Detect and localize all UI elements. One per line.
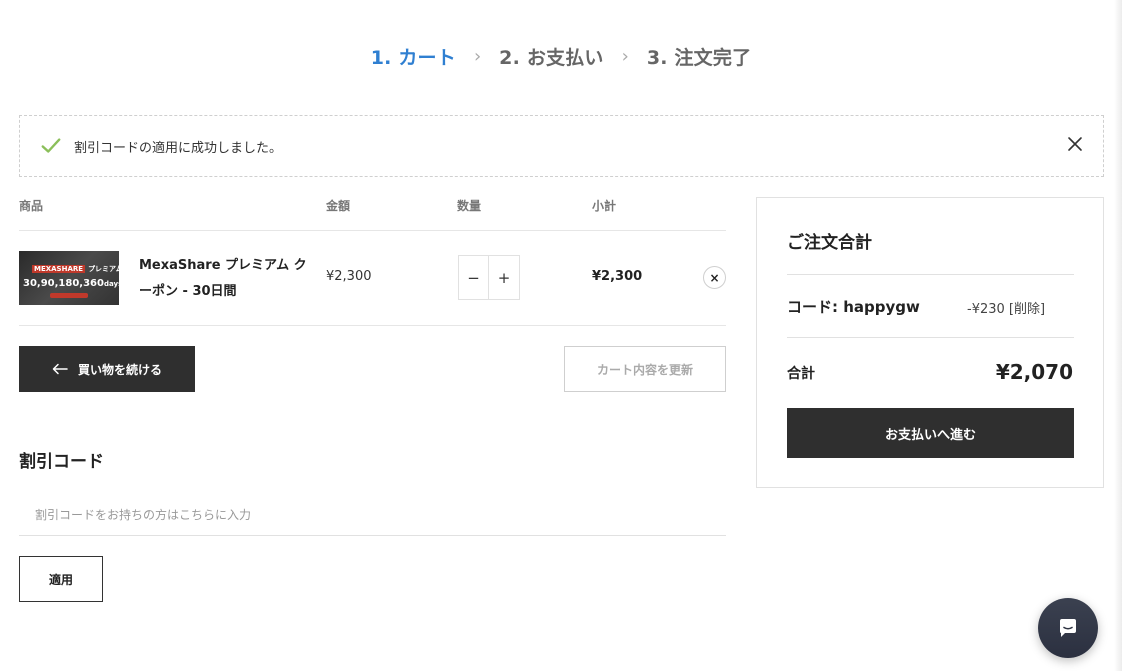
product-price: ¥2,300 — [326, 269, 372, 284]
product-subtotal: ¥2,300 — [592, 269, 643, 284]
product-thumbnail[interactable]: MEXASHAREプレミアム会員 30,90,180,360days — [19, 251, 119, 305]
divider — [787, 337, 1074, 338]
update-cart-button[interactable]: カート内容を更新 — [564, 346, 726, 392]
close-icon[interactable] — [1067, 136, 1083, 152]
total-label: 合計 — [787, 366, 815, 382]
thumbnail-durations: 30,90,180,360days — [23, 278, 119, 289]
divider — [787, 274, 1074, 275]
notice-message: 割引コードの適用に成功しました。 — [74, 140, 283, 156]
chat-bubble-icon — [1060, 619, 1076, 637]
summary-title: ご注文合計 — [787, 233, 872, 253]
arrow-left-icon — [52, 363, 68, 375]
step-payment: 2. お支払い — [499, 47, 604, 69]
total-value: ¥2,070 — [995, 360, 1073, 384]
apply-coupon-button[interactable]: 適用 — [19, 556, 103, 602]
quantity-stepper: − + — [458, 255, 520, 300]
remove-item-button[interactable]: × — [703, 266, 726, 289]
thumbnail-badge: MEXASHARE — [32, 265, 86, 273]
quantity-increase-button[interactable]: + — [489, 256, 519, 299]
thumbnail-caption: MEXASHAREプレミアム会員 — [32, 264, 119, 274]
thumbnail-bar — [50, 293, 88, 298]
remove-coupon-link[interactable]: [削除] — [1009, 302, 1045, 317]
coupon-discount-value: -¥230 — [967, 302, 1005, 317]
continue-shopping-button[interactable]: 買い物を続ける — [19, 346, 195, 392]
thumbnail-durations-unit: days — [103, 280, 119, 288]
success-notice: 割引コードの適用に成功しました。 — [19, 115, 1104, 177]
proceed-to-payment-button[interactable]: お支払いへ進む — [787, 408, 1074, 458]
quantity-decrease-button[interactable]: − — [459, 256, 489, 299]
order-summary: ご注文合計 コード: happygw -¥230 [削除] 合計 ¥2,070 … — [756, 197, 1104, 488]
chat-launcher-button[interactable] — [1038, 598, 1098, 658]
chevron-right-icon: › — [473, 46, 482, 67]
coupon-title: 割引コード — [19, 452, 104, 472]
step-complete: 3. 注文完了 — [646, 47, 752, 69]
coupon-discount: -¥230 [削除] — [967, 298, 1045, 317]
thumbnail-durations-text: 30,90,180,360 — [23, 278, 104, 289]
continue-shopping-label: 買い物を続ける — [77, 362, 162, 377]
checkout-steps: 1. カート › 2. お支払い › 3. 注文完了 — [0, 43, 1122, 70]
header-price: 金額 — [326, 199, 351, 213]
check-icon — [41, 138, 61, 153]
header-subtotal: 小計 — [592, 199, 617, 213]
step-cart: 1. カート — [370, 47, 456, 69]
cart-item-row: MEXASHAREプレミアム会員 30,90,180,360days MexaS… — [19, 231, 726, 326]
header-quantity: 数量 — [457, 199, 482, 213]
coupon-code-label: コード: happygw — [787, 298, 920, 316]
product-name[interactable]: MexaShare プレミアム クーポン - 30日間 — [139, 253, 309, 305]
coupon-code-input[interactable] — [19, 494, 726, 536]
scrollbar-track[interactable] — [1114, 0, 1122, 671]
header-product: 商品 — [19, 199, 44, 213]
thumbnail-caption-text: プレミアム会員 — [88, 265, 119, 273]
chevron-right-icon: › — [621, 46, 629, 67]
cart-table-header: 商品 金額 数量 小計 — [19, 197, 726, 231]
